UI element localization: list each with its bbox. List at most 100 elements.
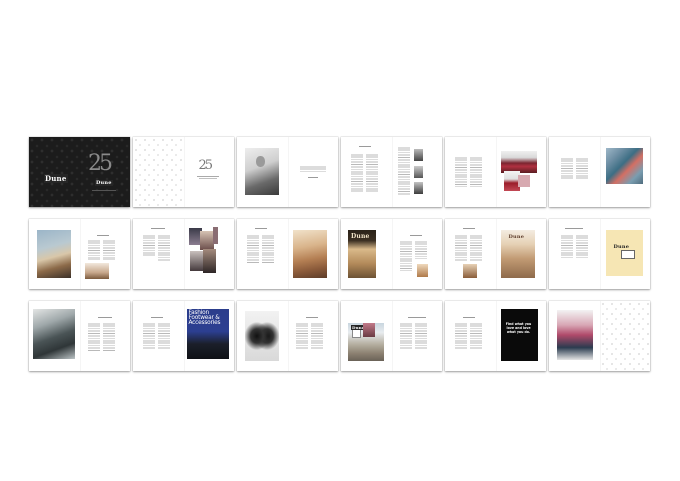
quote-text-page	[445, 301, 496, 371]
team-photo-page: Fashion Footwear & Accessories	[184, 301, 235, 371]
beach-heading	[96, 235, 109, 236]
storefront-text-page	[392, 219, 443, 289]
digital-text-col-1	[561, 235, 573, 259]
spread-portrait[interactable]	[237, 137, 338, 207]
shoes-photo-page	[237, 301, 288, 371]
concession-logo: Dune	[508, 234, 525, 240]
staff-group-photo	[500, 151, 537, 173]
team-text-col-1	[143, 323, 155, 349]
storefront-photo-page: Dune	[341, 219, 392, 289]
interior-text-col-2	[262, 235, 274, 263]
beach-photo-page	[29, 219, 80, 289]
interior-heading	[255, 228, 267, 229]
press-heading	[151, 228, 165, 229]
digital-text-col-2	[576, 235, 588, 259]
beach-text-2	[102, 240, 115, 260]
press-text-page	[133, 219, 184, 289]
title-caption	[196, 176, 219, 177]
billboard-heading	[407, 317, 426, 318]
billboard-text-col-1	[399, 323, 412, 349]
spread-warehouse[interactable]	[549, 137, 650, 207]
founders-bio-text	[397, 147, 410, 195]
spread-team[interactable]: Fashion Footwear & Accessories	[133, 301, 234, 371]
founder-photo-2	[413, 166, 423, 178]
warehouse-photo-page	[600, 137, 651, 207]
spread-history[interactable]	[445, 137, 546, 207]
shoes-text-col-1	[295, 323, 308, 349]
shoes-text-page	[288, 301, 339, 371]
spread-founders[interactable]	[341, 137, 442, 207]
storefront-text-col-1	[399, 241, 412, 271]
billboard-text-page	[392, 301, 443, 371]
shoes-heading	[305, 317, 318, 318]
title-25-mark: 25	[198, 158, 213, 173]
spread-concession[interactable]: Dune	[445, 219, 546, 289]
spread-products[interactable]	[29, 301, 130, 371]
couple-photo	[557, 310, 593, 360]
spread-back[interactable]	[549, 301, 650, 371]
back-endpaper-pattern	[599, 301, 650, 371]
founders-photo-page	[392, 137, 443, 207]
quote-text-col-1	[455, 323, 467, 349]
magazine-clip-5	[212, 227, 218, 244]
founder-photo-1	[413, 149, 423, 161]
team-photo-caption: Fashion Footwear & Accessories	[188, 310, 221, 327]
press-text-col-2	[158, 235, 170, 261]
beach-text	[87, 240, 100, 260]
spread-cover[interactable]: Dune 25 Dune	[29, 137, 130, 207]
spread-campaign-beach[interactable]	[29, 219, 130, 289]
endpaper-pattern	[133, 137, 184, 207]
spread-quote[interactable]: Find what you love and love what you do.	[445, 301, 546, 371]
storefront-heading	[409, 235, 422, 236]
magazine-clip-4	[202, 249, 216, 273]
quote-text-col-2	[470, 323, 482, 349]
founders-heading	[359, 146, 371, 147]
founders-text-page	[341, 137, 392, 207]
title-page: 25	[184, 137, 235, 207]
history-text-page	[445, 137, 496, 207]
founders-text-col-2	[366, 154, 378, 192]
quote-text: Find what you love and love what you do.	[505, 322, 532, 334]
portrait-photo	[245, 148, 279, 195]
intro-signature	[307, 177, 318, 178]
spread-storefront[interactable]: Dune	[341, 219, 442, 289]
concession-heading	[463, 228, 475, 229]
billboard-photo-page: Dune	[341, 301, 392, 371]
magazine-clip-2	[199, 231, 214, 250]
interior-text-page	[237, 219, 288, 289]
spread-title[interactable]: 25	[133, 137, 234, 207]
spread-press[interactable]	[133, 219, 234, 289]
warehouse-text-page	[549, 137, 600, 207]
digital-ad-device	[620, 250, 635, 259]
spread-billboard[interactable]: Dune	[341, 301, 442, 371]
digital-ad-page: Dune	[600, 219, 651, 289]
back-cover	[29, 137, 130, 207]
press-collage-page	[184, 219, 235, 289]
quote-page: Find what you love and love what you do.	[496, 301, 547, 371]
team-text-page	[133, 301, 184, 371]
digital-text-page	[549, 219, 600, 289]
founder-photo-3	[413, 182, 423, 194]
cover-25-mark: 25	[88, 151, 113, 176]
portrait-page	[237, 137, 288, 207]
pink-detail-photo	[517, 175, 530, 187]
team-text-col-2	[158, 323, 170, 349]
concession-text-col-2	[470, 235, 482, 261]
history-text-col-2	[470, 157, 482, 187]
spread-digital[interactable]: Dune	[549, 219, 650, 289]
portrait-face	[256, 156, 265, 167]
spread-shoes[interactable]	[237, 301, 338, 371]
storefront-logo: Dune	[351, 233, 370, 240]
products-text-col-2	[102, 323, 115, 351]
spread-store-interior[interactable]	[237, 219, 338, 289]
warehouse-photo	[605, 148, 643, 184]
warehouse-text-col-2	[576, 158, 588, 180]
products-text-page	[80, 301, 131, 371]
beach-model-photo	[37, 230, 71, 278]
quote-heading	[463, 317, 475, 318]
products-text-col-1	[87, 323, 100, 351]
interior-text-col-1	[247, 235, 259, 263]
billboard-panel-2	[363, 323, 375, 337]
products-heading	[97, 317, 112, 318]
intro-page	[288, 137, 339, 207]
